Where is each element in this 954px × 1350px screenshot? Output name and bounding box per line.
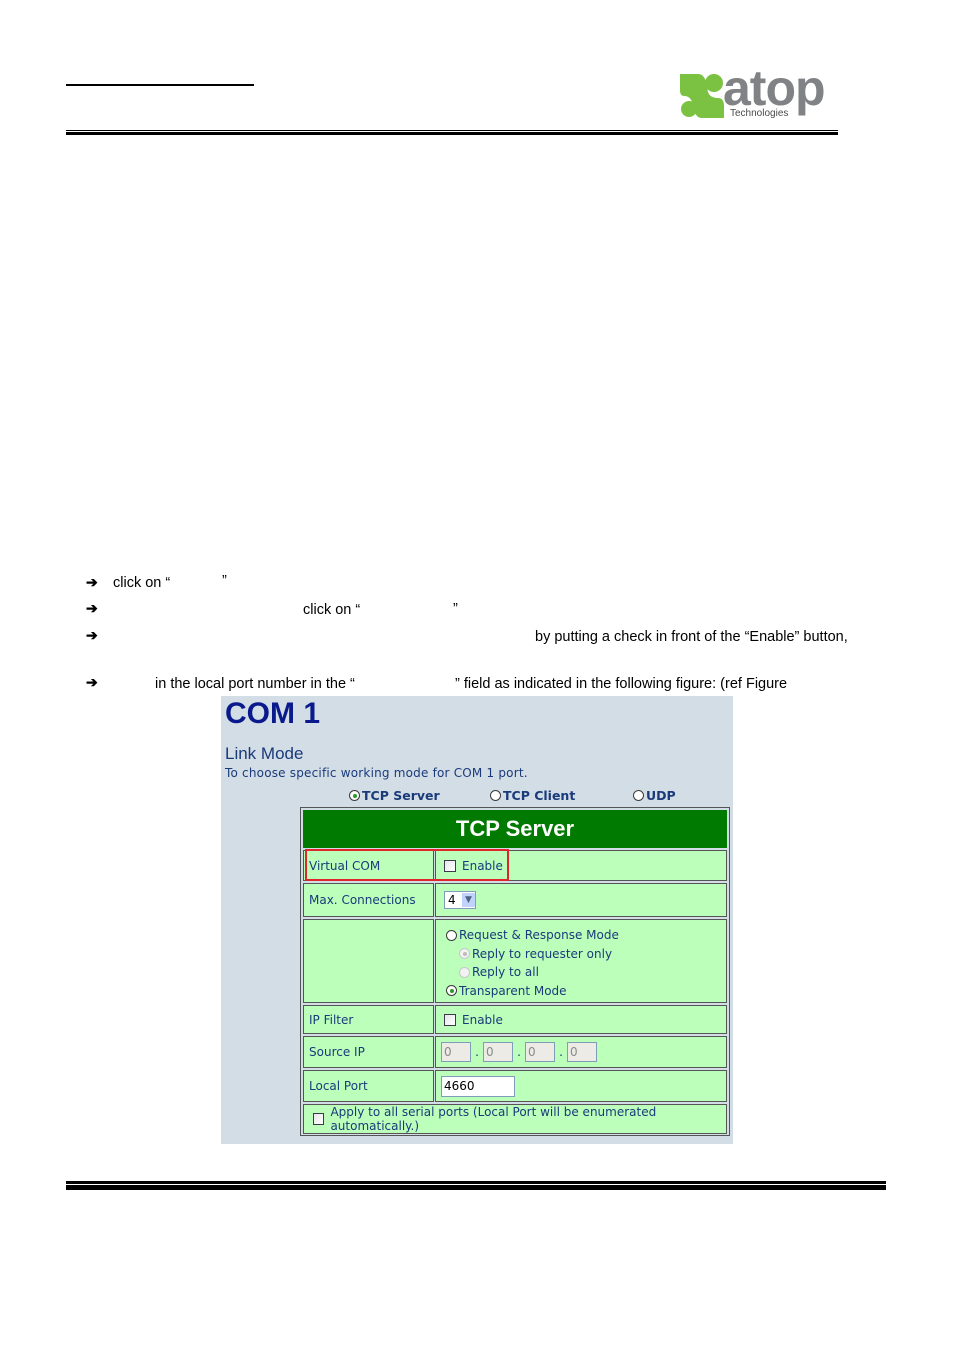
link-mode-heading: Link Mode: [225, 744, 304, 763]
checkbox-label: Apply to all serial ports (Local Port wi…: [330, 1105, 657, 1133]
radio-label: TCP Server: [362, 788, 440, 803]
radio-label: Reply to requester only: [472, 946, 613, 961]
ip-filter-field: Enable: [435, 1005, 727, 1034]
radio-label: TCP Client: [503, 788, 576, 803]
instruction-text: click on “: [113, 575, 171, 591]
source-ip-octet-4-input[interactable]: 0: [567, 1042, 597, 1062]
select-value: 4: [448, 893, 456, 907]
arrow-bullet-icon: ➔: [86, 674, 98, 690]
chevron-down-icon[interactable]: ▼: [462, 893, 475, 907]
instruction-text: click on “: [303, 602, 361, 618]
radio-tcp-client[interactable]: TCP Client: [490, 788, 575, 803]
radio-transparent-mode[interactable]: Transparent Mode: [446, 982, 619, 1001]
mode-label: [303, 919, 434, 1003]
footer-rule-thick: [66, 1185, 886, 1190]
radio-request-response-mode[interactable]: Request & Response Mode: [446, 926, 619, 945]
arrow-bullet-icon: ➔: [86, 627, 98, 643]
radio-unselected-icon[interactable]: [446, 929, 457, 941]
max-connections-label: Max. Connections: [303, 883, 434, 917]
radio-unselected-icon[interactable]: [490, 790, 501, 801]
radio-label: Transparent Mode: [459, 983, 567, 998]
header-rule-thick: [66, 132, 838, 135]
source-ip-octet-1-input[interactable]: 0: [441, 1042, 471, 1062]
radio-selected-icon[interactable]: [446, 985, 457, 997]
mode-options: Request & Response Mode Reply to request…: [446, 926, 619, 1000]
apply-all-ports-checkbox[interactable]: [313, 1113, 325, 1125]
radio-label: Reply to all: [472, 965, 539, 980]
atop-logo: atop Technologies: [678, 60, 838, 124]
ip-filter-label: IP Filter: [303, 1005, 434, 1034]
arrow-bullet-icon: ➔: [86, 600, 98, 616]
instruction-text: by putting a check in front of the “Enab…: [535, 629, 848, 645]
radio-disabled-selected-icon[interactable]: [459, 948, 470, 960]
ip-filter-enable-checkbox[interactable]: [444, 1013, 456, 1026]
checkbox-label: Enable: [462, 1012, 503, 1027]
ip-separator: .: [517, 1045, 521, 1059]
radio-tcp-server[interactable]: TCP Server: [349, 788, 440, 803]
source-ip-octet-3-input[interactable]: 0: [525, 1042, 555, 1062]
arrow-bullet-icon: ➔: [86, 574, 98, 590]
ip-separator: .: [559, 1045, 563, 1059]
source-ip-octet-2-input[interactable]: 0: [483, 1042, 513, 1062]
apply-all-field: Apply to all serial ports (Local Port wi…: [303, 1104, 727, 1134]
ip-separator: .: [475, 1045, 479, 1059]
local-port-label: Local Port: [303, 1070, 434, 1102]
link-mode-description: To choose specific working mode for COM …: [225, 766, 528, 780]
radio-unselected-icon[interactable]: [633, 790, 644, 801]
instruction-text: in the local port number in the “: [155, 676, 355, 692]
radio-label: UDP: [646, 788, 676, 803]
local-port-field: 4660: [435, 1070, 727, 1102]
instruction-text: ”: [453, 601, 458, 617]
radio-label: Request & Response Mode: [459, 928, 619, 943]
header-rule-thin: [66, 130, 838, 131]
com-config-figure: COM 1 Link Mode To choose specific worki…: [221, 696, 733, 1144]
radio-selected-icon[interactable]: [349, 790, 360, 801]
virtual-com-highlight-box: [305, 849, 509, 881]
table-title: TCP Server: [303, 810, 727, 848]
radio-udp[interactable]: UDP: [633, 788, 676, 803]
header-short-rule: [66, 84, 254, 86]
footer-rule-thin: [66, 1181, 886, 1184]
radio-reply-to-all[interactable]: Reply to all: [446, 963, 619, 982]
page-title: COM 1: [225, 697, 321, 730]
radio-disabled-icon[interactable]: [459, 966, 470, 978]
logo-tagline: Technologies: [728, 108, 791, 119]
instruction-text: ” field as indicated in the following fi…: [455, 676, 788, 692]
mode-options-field: Request & Response Mode Reply to request…: [435, 919, 727, 1003]
max-connections-select[interactable]: 4 ▼: [444, 891, 476, 909]
atop-logo-mark-icon: [680, 74, 724, 118]
source-ip-field: 0 . 0 . 0 . 0: [435, 1036, 727, 1068]
max-connections-field: 4 ▼: [435, 883, 727, 917]
source-ip-label: Source IP: [303, 1036, 434, 1068]
radio-reply-to-requester-only[interactable]: Reply to requester only: [446, 945, 619, 964]
local-port-input[interactable]: 4660: [441, 1075, 515, 1097]
instruction-text: ”: [222, 573, 227, 589]
